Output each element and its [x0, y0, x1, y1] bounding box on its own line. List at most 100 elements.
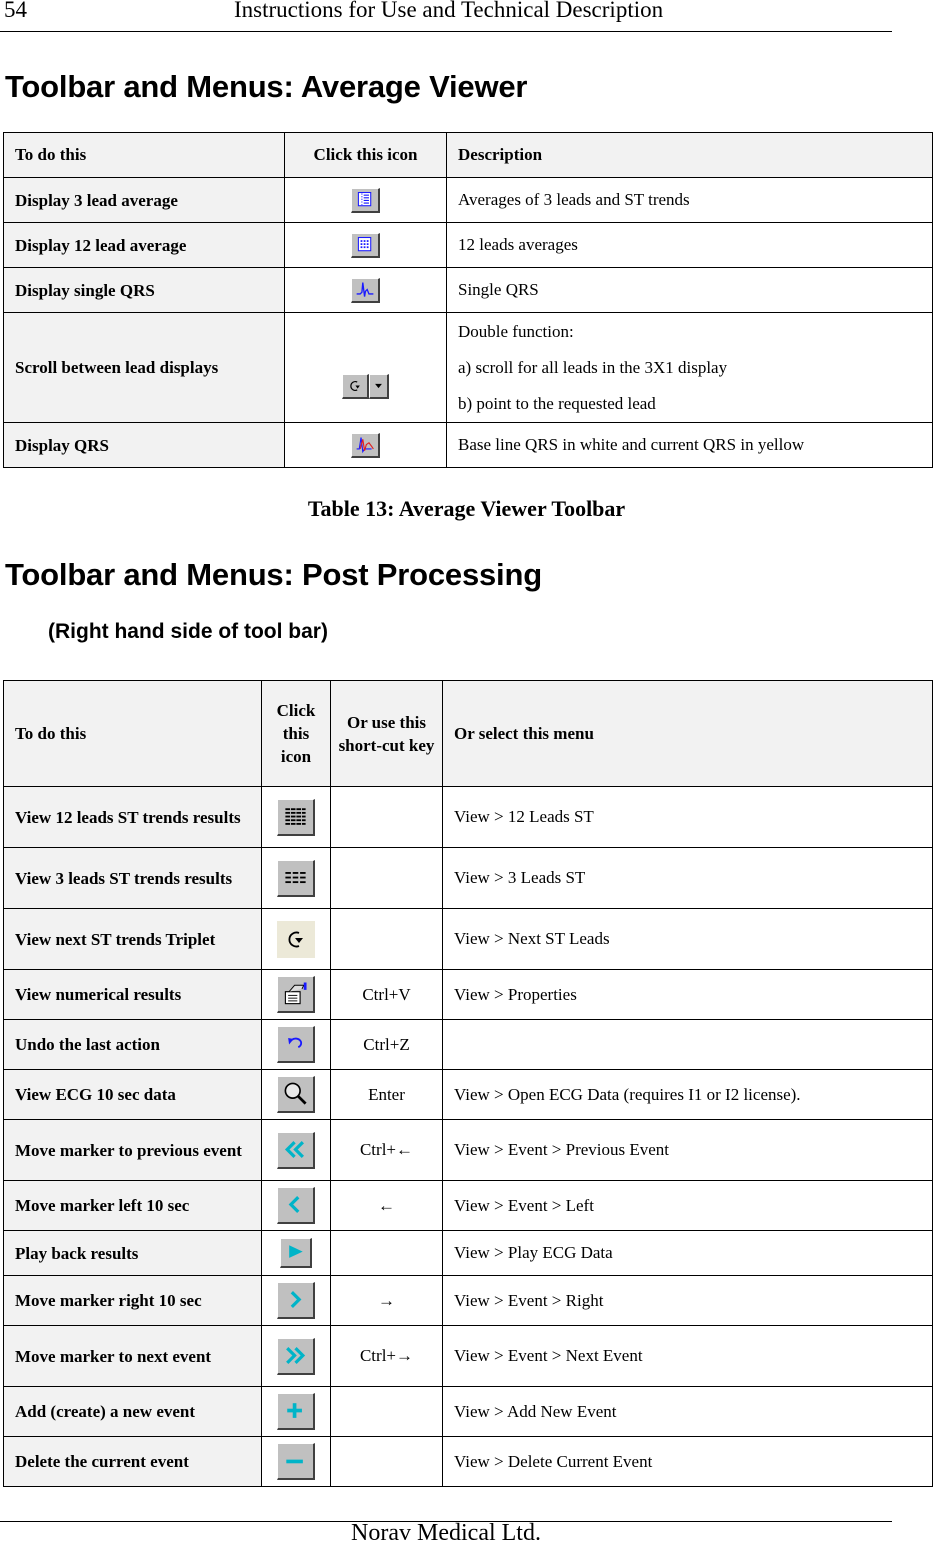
action-cell: View next ST trends Triplet [3, 908, 262, 970]
column-header: Click this icon [261, 680, 331, 787]
column-header: Click this icon [284, 132, 447, 178]
plus-icon[interactable] [277, 1393, 315, 1430]
icon-cell [261, 1275, 331, 1326]
shortcut-cell: Ctrl+→ [330, 1325, 443, 1387]
magnifier-icon[interactable] [277, 1076, 315, 1113]
action-cell: Scroll between lead displays [3, 312, 285, 423]
description-cell: Single QRS [446, 267, 933, 313]
icon-cell [261, 1180, 331, 1231]
shortcut-cell: ← [330, 1180, 443, 1231]
dropdown-arrow-icon[interactable] [369, 374, 389, 399]
table-row: Display QRS Base line QRS in white and c… [3, 422, 933, 468]
table-row: Display 12 lead average 12 leads average… [3, 222, 933, 268]
page-number: 54 [4, 0, 27, 22]
average-viewer-table: To do this Click this icon Description D… [3, 132, 933, 468]
display-qrs-icon[interactable] [351, 432, 380, 458]
running-title: Instructions for Use and Technical Descr… [234, 0, 664, 22]
shortcut-cell: Ctrl+V [330, 969, 443, 1020]
action-cell: Move marker left 10 sec [3, 1180, 262, 1231]
menu-cell: View > Add New Event [442, 1386, 933, 1437]
scroll-leads-split-button[interactable] [342, 374, 389, 399]
icon-cell [261, 1436, 331, 1487]
icon-cell [261, 1386, 331, 1437]
action-cell: View 12 leads ST trends results [3, 786, 262, 848]
footer-company: Norav Medical Ltd. [351, 1520, 541, 1546]
shortcut-cell [330, 1230, 443, 1276]
icon-cell [261, 1069, 331, 1120]
action-cell: Play back results [3, 1230, 262, 1276]
menu-cell: View > Event > Next Event [442, 1325, 933, 1387]
play-icon[interactable] [280, 1238, 312, 1268]
minus-icon[interactable] [277, 1443, 315, 1480]
action-cell: Move marker to next event [3, 1325, 262, 1387]
icon-cell [261, 847, 331, 909]
table-row: View 12 leads ST trends results View > 1… [3, 786, 933, 848]
menu-cell: View > 12 Leads ST [442, 786, 933, 848]
section-title-average-viewer: Toolbar and Menus: Average Viewer [5, 69, 528, 104]
table-row: Move marker to next event Ctrl+→ View > … [3, 1325, 933, 1387]
undo-icon[interactable] [277, 1026, 315, 1063]
three-lead-average-icon[interactable] [351, 187, 380, 213]
menu-cell: View > Next ST Leads [442, 908, 933, 970]
description-cell: Averages of 3 leads and ST trends [446, 177, 933, 223]
action-cell: Delete the current event [3, 1436, 262, 1487]
table-header-row: To do this Click this icon Description [3, 132, 933, 178]
properties-icon[interactable] [277, 976, 315, 1013]
column-header: Or select this menu [442, 680, 933, 787]
shortcut-cell [330, 1436, 443, 1487]
table-row: View numerical results Ctrl+V View > Pro… [3, 969, 933, 1020]
menu-cell: View > Event > Left [442, 1180, 933, 1231]
icon-cell [284, 422, 447, 468]
shortcut-cell: Ctrl+← [330, 1119, 443, 1181]
action-cell: Display 3 lead average [3, 177, 285, 223]
action-cell: Add (create) a new event [3, 1386, 262, 1437]
action-cell: View ECG 10 sec data [3, 1069, 262, 1120]
post-processing-table: To do this Click this icon Or use this s… [3, 680, 933, 1487]
icon-cell [261, 969, 331, 1020]
double-chevron-right-icon[interactable] [277, 1337, 315, 1375]
next-triplet-rotate-icon[interactable] [277, 920, 315, 958]
description-line: b) point to the requested lead [458, 393, 656, 413]
icon-cell [261, 1230, 331, 1276]
table-row: View ECG 10 sec data Enter View > Open E… [3, 1069, 933, 1120]
action-cell: Display 12 lead average [3, 222, 285, 268]
icon-cell [284, 222, 447, 268]
menu-cell: View > Open ECG Data (requires I1 or I2 … [442, 1069, 933, 1120]
menu-cell: View > Delete Current Event [442, 1436, 933, 1487]
menu-cell: View > 3 Leads ST [442, 847, 933, 909]
shortcut-cell [330, 847, 443, 909]
icon-cell [261, 1019, 331, 1070]
shortcut-cell: → [330, 1275, 443, 1326]
single-qrs-icon[interactable] [351, 277, 380, 303]
chevron-left-icon[interactable] [277, 1187, 315, 1224]
description-line: a) scroll for all leads in the 3X1 displ… [458, 357, 728, 377]
icon-cell [261, 1325, 331, 1387]
table-caption: Table 13: Average Viewer Toolbar [307, 496, 626, 521]
table-row: Scroll between lead displays Double func… [3, 312, 933, 423]
icon-cell [261, 786, 331, 848]
action-cell: Move marker right 10 sec [3, 1275, 262, 1326]
icon-cell [284, 267, 447, 313]
action-cell: Undo the last action [3, 1019, 262, 1070]
three-leads-st-grid-icon[interactable] [277, 859, 315, 897]
table-row: Display single QRS Single QRS [3, 267, 933, 313]
icon-cell [261, 908, 331, 970]
column-header: To do this [3, 132, 285, 178]
table-row: View next ST trends Triplet View > Next … [3, 908, 933, 970]
shortcut-cell: Ctrl+Z [330, 1019, 443, 1070]
double-chevron-left-icon[interactable] [277, 1131, 315, 1169]
table-row: Add (create) a new event View > Add New … [3, 1386, 933, 1437]
chevron-right-icon[interactable] [277, 1282, 315, 1319]
twelve-leads-st-grid-icon[interactable] [277, 798, 315, 836]
twelve-lead-average-icon[interactable] [351, 232, 380, 258]
table-row: View 3 leads ST trends results View > 3 … [3, 847, 933, 909]
menu-cell: View > Event > Right [442, 1275, 933, 1326]
menu-cell: View > Event > Previous Event [442, 1119, 933, 1181]
action-cell: View 3 leads ST trends results [3, 847, 262, 909]
column-header: Description [446, 132, 933, 178]
icon-cell [284, 312, 447, 423]
column-header: Or use this short-cut key [330, 680, 443, 787]
menu-cell [442, 1019, 933, 1070]
action-cell: Display single QRS [3, 267, 285, 313]
rotate-icon[interactable] [342, 374, 369, 399]
